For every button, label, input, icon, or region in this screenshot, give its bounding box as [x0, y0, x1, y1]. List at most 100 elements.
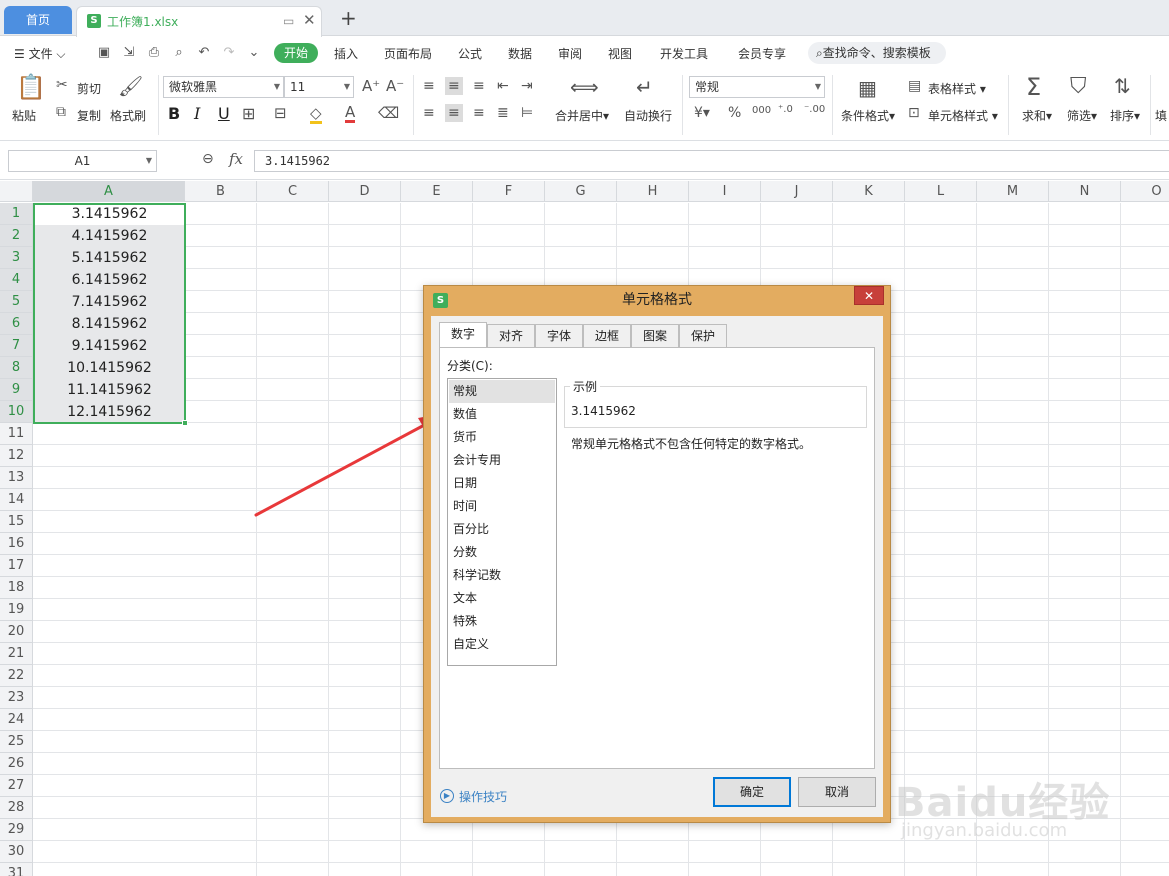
tab-workbook[interactable]: S 工作簿1.xlsx ▭ ✕	[76, 6, 322, 37]
row-header-14[interactable]: 14	[0, 489, 33, 511]
cell-a2[interactable]: 4.1415962	[34, 225, 185, 247]
row-header-19[interactable]: 19	[0, 599, 33, 621]
eraser-icon[interactable]: ⌫	[378, 106, 399, 121]
copy-button[interactable]: 复制	[77, 107, 101, 124]
row-header-23[interactable]: 23	[0, 687, 33, 709]
save-icon[interactable]: ▣	[97, 46, 111, 60]
conditional-format-button[interactable]: 条件格式▾	[841, 107, 895, 124]
row-header-24[interactable]: 24	[0, 709, 33, 731]
zoom-icon[interactable]: ⊖	[202, 151, 214, 167]
tab-alignment[interactable]: 对齐	[487, 324, 535, 347]
column-header-e[interactable]: E	[401, 181, 473, 202]
row-header-17[interactable]: 17	[0, 555, 33, 577]
align-top-icon[interactable]: ≡	[423, 79, 435, 93]
column-header-g[interactable]: G	[545, 181, 617, 202]
align-left-icon[interactable]: ≡	[423, 106, 435, 120]
row-header-12[interactable]: 12	[0, 445, 33, 467]
thousands-icon[interactable]: 000	[752, 106, 771, 116]
cell-a1[interactable]: 3.1415962	[34, 203, 185, 225]
row-header-2[interactable]: 2	[0, 225, 33, 247]
bold-icon[interactable]: B	[168, 106, 180, 122]
align-right-icon[interactable]: ≡	[473, 106, 485, 120]
align-center-icon[interactable]: ≡	[445, 104, 463, 122]
column-header-f[interactable]: F	[473, 181, 545, 202]
play-icon[interactable]: ▶	[440, 789, 454, 803]
column-header-h[interactable]: H	[617, 181, 689, 202]
menu-member[interactable]: 会员专享	[738, 45, 786, 62]
distribute-icon[interactable]: ⊨	[521, 106, 533, 120]
ok-button[interactable]: 确定	[713, 777, 791, 807]
fill-button[interactable]: 填	[1155, 107, 1167, 124]
row-header-27[interactable]: 27	[0, 775, 33, 797]
row-header-26[interactable]: 26	[0, 753, 33, 775]
tab-font[interactable]: 字体	[535, 324, 583, 347]
command-search[interactable]: ⌕查找命令、搜索模板	[808, 42, 946, 64]
cell-a3[interactable]: 5.1415962	[34, 247, 185, 269]
category-item[interactable]: 时间	[449, 495, 555, 518]
row-header-4[interactable]: 4	[0, 269, 33, 291]
cell-a4[interactable]: 6.1415962	[34, 269, 185, 291]
row-header-28[interactable]: 28	[0, 797, 33, 819]
number-format-select[interactable]: 常规 ▼	[689, 76, 825, 98]
column-header-b[interactable]: B	[185, 181, 257, 202]
table-style-button[interactable]: 表格样式 ▾	[928, 80, 986, 97]
row-header-18[interactable]: 18	[0, 577, 33, 599]
row-header-11[interactable]: 11	[0, 423, 33, 445]
cell-a10[interactable]: 12.1415962	[34, 401, 185, 423]
cell-a5[interactable]: 7.1415962	[34, 291, 185, 313]
category-item[interactable]: 自定义	[449, 633, 555, 656]
fill-handle[interactable]	[182, 420, 188, 426]
fill-color-icon[interactable]: ◇	[310, 106, 322, 124]
tab-pattern[interactable]: 图案	[631, 324, 679, 347]
category-item[interactable]: 日期	[449, 472, 555, 495]
row-header-6[interactable]: 6	[0, 313, 33, 335]
currency-icon[interactable]: ¥▾	[694, 106, 710, 120]
menu-review[interactable]: 审阅	[558, 45, 582, 62]
column-header-l[interactable]: L	[905, 181, 977, 202]
category-item[interactable]: 货币	[449, 426, 555, 449]
filter-button[interactable]: 筛选▾	[1067, 107, 1097, 124]
menu-view[interactable]: 视图	[608, 45, 632, 62]
category-item[interactable]: 百分比	[449, 518, 555, 541]
indent-increase-icon[interactable]: ⇥	[521, 79, 533, 93]
export-icon[interactable]: ⇲	[122, 46, 136, 60]
column-header-c[interactable]: C	[257, 181, 329, 202]
print-icon[interactable]: ⎙	[147, 46, 161, 60]
cell-a6[interactable]: 8.1415962	[34, 313, 185, 335]
row-header-13[interactable]: 13	[0, 467, 33, 489]
align-bottom-icon[interactable]: ≡	[473, 79, 485, 93]
menu-page-layout[interactable]: 页面布局	[384, 45, 432, 62]
row-header-25[interactable]: 25	[0, 731, 33, 753]
tab-protection[interactable]: 保护	[679, 324, 727, 347]
menu-data[interactable]: 数据	[508, 45, 532, 62]
category-item[interactable]: 文本	[449, 587, 555, 610]
paste-icon[interactable]: 📋	[16, 75, 46, 99]
cell-style-button[interactable]: 单元格样式 ▾	[928, 107, 998, 124]
column-header-o[interactable]: O	[1121, 181, 1169, 202]
underline-icon[interactable]: U	[218, 106, 230, 122]
print-preview-icon[interactable]: ⌕	[172, 46, 186, 60]
cell-a9[interactable]: 11.1415962	[34, 379, 185, 401]
category-item[interactable]: 数值	[449, 403, 555, 426]
row-header-16[interactable]: 16	[0, 533, 33, 555]
category-item[interactable]: 分数	[449, 541, 555, 564]
category-item[interactable]: 常规	[449, 380, 555, 403]
row-header-21[interactable]: 21	[0, 643, 33, 665]
row-header-3[interactable]: 3	[0, 247, 33, 269]
menu-formula[interactable]: 公式	[458, 45, 482, 62]
column-header-m[interactable]: M	[977, 181, 1049, 202]
column-header-a[interactable]: A	[33, 181, 185, 202]
font-size-select[interactable]: 11 ▼	[284, 76, 354, 98]
tab-border[interactable]: 边框	[583, 324, 631, 347]
cell-style-icon[interactable]: ⊟	[274, 106, 287, 121]
align-middle-icon[interactable]: ≡	[445, 77, 463, 95]
fx-icon[interactable]: fx	[229, 150, 243, 168]
font-color-icon[interactable]: A	[345, 105, 356, 123]
row-header-15[interactable]: 15	[0, 511, 33, 533]
merge-center-button[interactable]: 合并居中▾	[555, 107, 609, 124]
row-header-5[interactable]: 5	[0, 291, 33, 313]
column-header-k[interactable]: K	[833, 181, 905, 202]
undo-icon[interactable]: ↶	[197, 46, 211, 60]
redo-icon[interactable]: ↷	[222, 46, 236, 60]
cell-a8[interactable]: 10.1415962	[34, 357, 185, 379]
